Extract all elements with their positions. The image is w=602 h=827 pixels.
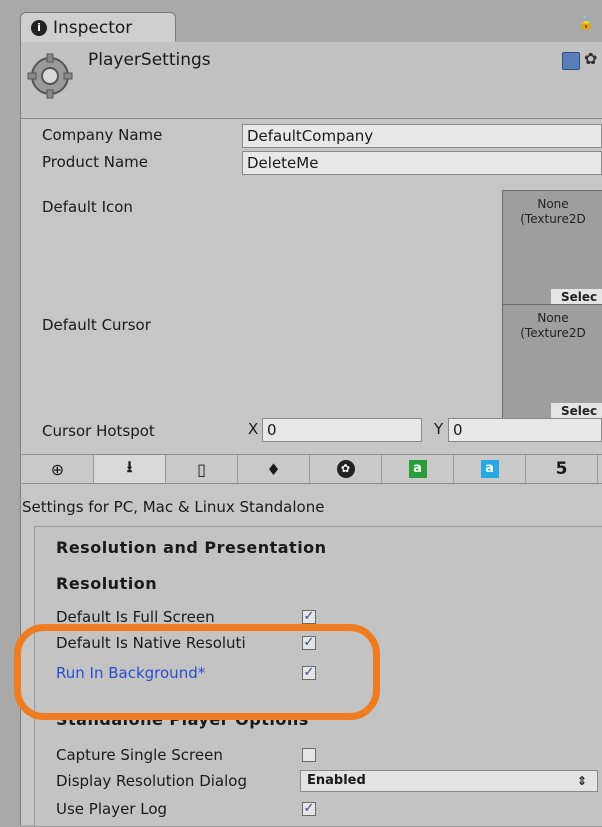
default-cursor-slot[interactable]: None (Texture2D Selec — [502, 304, 602, 422]
blackberry-icon: ✿ — [336, 460, 355, 478]
x-label: X — [248, 420, 259, 438]
info-icon: i — [31, 20, 47, 36]
display-resolution-dropdown[interactable]: Enabled ⇕ — [300, 770, 598, 792]
resolution-heading: Resolution — [56, 574, 158, 593]
phone-icon: ▯ — [197, 459, 206, 479]
use-player-log-checkbox[interactable]: ✓ — [302, 802, 316, 816]
tab-webgl[interactable]: 5 — [526, 455, 598, 483]
capture-single-screen-label: Capture Single Screen — [56, 746, 223, 764]
help-book-icon[interactable] — [562, 52, 580, 70]
tab-android[interactable]: a — [382, 455, 454, 483]
page-title: PlayerSettings — [88, 50, 211, 70]
tab-ios[interactable]: ▯ — [166, 455, 238, 483]
html5-icon: 5 — [555, 459, 568, 479]
display-resolution-dialog-label: Display Resolution Dialog — [56, 772, 247, 790]
select-button[interactable]: Selec — [551, 403, 602, 419]
hotspot-x-field[interactable]: 0 — [262, 418, 422, 442]
chevron-updown-icon: ⇕ — [576, 774, 587, 788]
pin-icon: ♦ — [266, 459, 281, 479]
default-icon-label: Default Icon — [42, 198, 133, 216]
select-button[interactable]: Selec — [551, 289, 602, 305]
tab-blackberry[interactable]: ✿ — [310, 455, 382, 483]
full-screen-checkbox[interactable]: ✓ — [302, 610, 316, 624]
tab-standalone[interactable]: ⭳ — [94, 455, 166, 483]
android-blue-icon: a — [480, 460, 499, 478]
tab-web-player[interactable]: ⊕ — [22, 455, 94, 483]
tab-label: Inspector — [53, 18, 133, 38]
globe-icon: ⊕ — [50, 459, 65, 479]
tab-android-blue[interactable]: a — [454, 455, 526, 483]
product-name-field[interactable]: DeleteMe — [242, 151, 602, 175]
use-player-log-label: Use Player Log — [56, 800, 168, 818]
default-cursor-label: Default Cursor — [42, 316, 151, 334]
capture-single-screen-checkbox[interactable] — [302, 748, 316, 762]
texture-type: (Texture2D — [520, 212, 586, 226]
download-icon: ⭳ — [126, 456, 133, 476]
settings-for-label: Settings for PC, Mac & Linux Standalone — [22, 498, 325, 516]
tab-inspector[interactable]: i Inspector — [20, 12, 176, 42]
company-name-label: Company Name — [42, 126, 163, 144]
settings-gear-icon[interactable]: ✿ — [584, 49, 597, 68]
platform-tabbar: ⊕ ⭳ ▯ ♦ ✿ a a 5 — [22, 454, 602, 484]
default-icon-slot[interactable]: None (Texture2D Selec — [502, 190, 602, 308]
dropdown-value: Enabled — [307, 773, 366, 788]
lock-icon[interactable]: 🔒 — [578, 16, 594, 31]
android-icon: a — [408, 460, 427, 478]
company-name-field[interactable]: DefaultCompany — [242, 124, 602, 148]
y-label: Y — [434, 420, 444, 438]
highlight-annotation — [14, 624, 380, 720]
gear-icon — [27, 53, 73, 99]
texture-none: None — [537, 311, 569, 325]
product-name-label: Product Name — [42, 153, 148, 171]
section-title[interactable]: Resolution and Presentation — [56, 538, 327, 557]
tab-pin[interactable]: ♦ — [238, 455, 310, 483]
texture-type: (Texture2D — [520, 326, 586, 340]
texture-none: None — [537, 197, 569, 211]
hotspot-y-field[interactable]: 0 — [448, 418, 602, 442]
cursor-hotspot-label: Cursor Hotspot — [42, 422, 155, 440]
